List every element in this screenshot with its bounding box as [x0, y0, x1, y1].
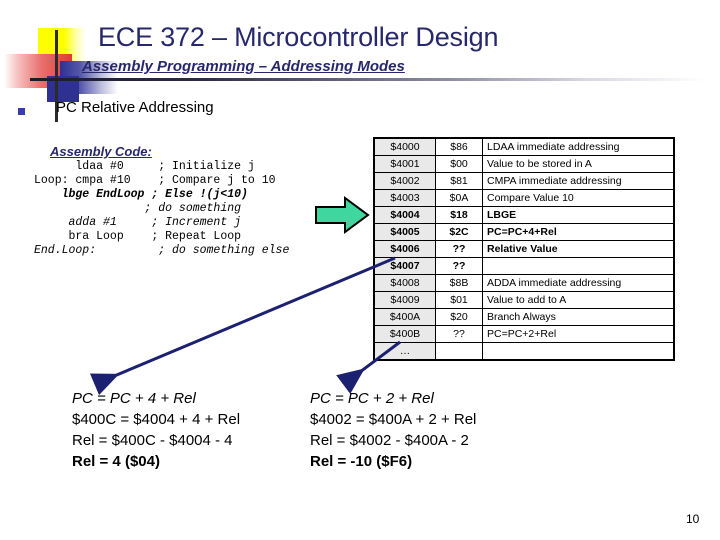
memory-description-cell: [482, 342, 675, 361]
equation-line: $4002 = $400A + 2 + Rel: [310, 411, 477, 428]
equation-block-left: PC = PC + 4 + Rel $400C = $4004 + 4 + Rel…: [72, 388, 240, 472]
memory-address-cell: $4003: [373, 189, 436, 207]
assembly-code-line: lbge EndLoop ; Else !(j<10): [34, 188, 248, 201]
memory-address-cell: $4006: [373, 240, 436, 258]
memory-value-cell: $0A: [435, 189, 483, 207]
memory-value-cell: ??: [435, 240, 483, 258]
equation-line: Rel = $4002 - $400A - 2: [310, 432, 469, 449]
equation-line: PC = PC + 2 + Rel: [310, 390, 434, 407]
table-row: $4007??: [373, 257, 675, 275]
memory-description-cell: Compare Value 10: [482, 189, 675, 207]
equation-line: Rel = -10 ($F6): [310, 453, 413, 470]
assembly-code-line: ldaa #0 ; Initialize j: [34, 160, 255, 173]
table-row: $4005 $2C PC=PC+4+Rel: [373, 223, 675, 241]
memory-address-cell: $4005: [373, 223, 436, 241]
memory-address-cell: $4000: [373, 137, 436, 156]
assembly-code-line: adda #1 ; Increment j: [34, 216, 242, 229]
memory-address-cell: $4008: [373, 274, 436, 292]
memory-value-cell: $01: [435, 291, 483, 309]
assembly-code-line: Loop: cmpa #10 ; Compare j to 10: [34, 174, 276, 187]
equation-line: Rel = 4 ($04): [72, 453, 160, 470]
bullet-square-icon: [18, 108, 25, 115]
memory-value-cell: [435, 342, 483, 361]
table-row: $4009 $01 Value to add to A: [373, 291, 675, 309]
memory-address-cell: $4007: [373, 257, 436, 275]
memory-description-cell: Branch Always: [482, 308, 675, 326]
page-number: 10: [686, 512, 700, 526]
table-row: …: [373, 342, 675, 361]
table-row: $400A $20 Branch Always: [373, 308, 675, 326]
assembly-code-line: End.Loop: ; do something else: [34, 244, 290, 257]
page-subtitle: Assembly Programming – Addressing Modes: [82, 58, 405, 75]
diagonal-arrow-icon: [89, 256, 396, 396]
table-row: $4000 $86 LDAA immediate addressing: [373, 137, 675, 156]
equation-line: PC = PC + 4 + Rel: [72, 390, 196, 407]
memory-value-cell: $00: [435, 155, 483, 173]
table-row: $4001 $00 Value to be stored in A: [373, 155, 675, 173]
equation-block-right: PC = PC + 2 + Rel $4002 = $400A + 2 + Rel…: [310, 388, 476, 472]
assembly-code-line: ; do something: [34, 202, 242, 215]
equation-line: $400C = $4004 + 4 + Rel: [72, 411, 241, 428]
memory-description-cell: PC=PC+4+Rel: [482, 223, 675, 241]
page-title: ECE 372 – Microcontroller Design: [98, 22, 499, 52]
arrow-right-icon: [312, 194, 372, 236]
memory-map-body: $4000 $86 LDAA immediate addressing $4001 $0…: [373, 137, 675, 361]
memory-value-cell: $20: [435, 308, 483, 326]
table-row: $4008 $8B ADDA immediate addressing: [373, 274, 675, 292]
assembly-code-line: bra Loop ; Repeat Loop: [34, 230, 242, 243]
memory-address-cell: $400B: [373, 325, 436, 343]
assembly-code-block: ldaa #0 ; Initialize j Loop: cmpa #10 ; C…: [34, 160, 289, 258]
memory-value-cell: $8B: [435, 274, 483, 292]
memory-description-cell: Value to add to A: [482, 291, 675, 309]
memory-description-cell: Relative Value: [482, 240, 675, 258]
memory-value-cell: ??: [435, 325, 483, 343]
memory-value-cell: $86: [435, 137, 483, 156]
memory-description-cell: LDAA immediate addressing: [482, 137, 675, 156]
table-row: $4006?? Relative Value: [373, 240, 675, 258]
memory-description-cell: LBGE: [482, 206, 675, 224]
memory-address-cell: $4009: [373, 291, 436, 309]
table-row: $400B?? PC=PC+2+Rel: [373, 325, 675, 343]
memory-value-cell: $81: [435, 172, 483, 190]
title-divider-rule: [30, 78, 706, 81]
memory-address-cell: $400A: [373, 308, 436, 326]
memory-address-cell: …: [373, 342, 436, 361]
bullet-heading-label: PC Relative Addressing: [56, 99, 214, 116]
memory-value-cell: $2C: [435, 223, 483, 241]
memory-description-cell: ADDA immediate addressing: [482, 274, 675, 292]
equation-line: Rel = $400C - $4004 - 4: [72, 432, 233, 449]
table-row: $4004 $18 LBGE: [373, 206, 675, 224]
memory-map-table: $4000 $86 LDAA immediate addressing $4001 $0…: [373, 137, 675, 361]
memory-description-cell: [482, 257, 675, 275]
assembly-code-caption: Assembly Code:: [50, 144, 152, 159]
memory-description-cell: CMPA immediate addressing: [482, 172, 675, 190]
memory-address-cell: $4002: [373, 172, 436, 190]
table-row: $4002 $81 CMPA immediate addressing: [373, 172, 675, 190]
memory-description-cell: PC=PC+2+Rel: [482, 325, 675, 343]
memory-value-cell: $18: [435, 206, 483, 224]
memory-value-cell: ??: [435, 257, 483, 275]
memory-address-cell: $4001: [373, 155, 436, 173]
table-row: $4003 $0A Compare Value 10: [373, 189, 675, 207]
memory-description-cell: Value to be stored in A: [482, 155, 675, 173]
memory-address-cell: $4004: [373, 206, 436, 224]
